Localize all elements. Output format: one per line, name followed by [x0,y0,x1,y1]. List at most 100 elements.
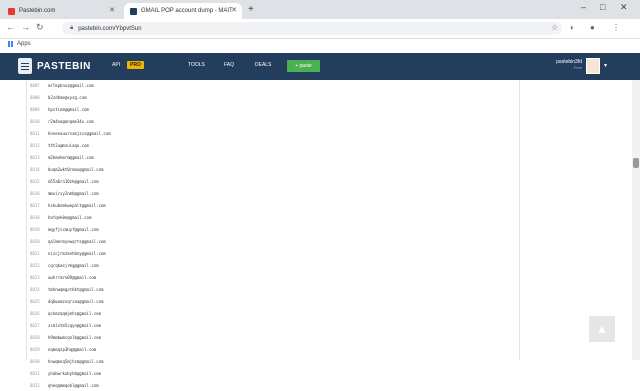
line-number: 8020 [30,239,40,244]
extension-icon[interactable]: ◐ [570,23,575,32]
tab-label: GMAIL POP account dump - MAIT [141,8,233,14]
menu-icon[interactable]: ⋮ [612,23,620,32]
back-to-top-button[interactable]: ▲ [589,316,615,342]
line-number: 8024 [30,287,40,292]
code-line: 8021 nizcjrmzkehbny@gmail.com [27,248,519,259]
code-line: 8020 qalkmrmyowqrts@gmail.com [27,236,519,247]
line-number: 8009 [30,107,40,112]
code-line: 8023 uwhrrmrn09@gmail.com [27,272,519,283]
line-text: qheqqmmqebl@gmail.com [48,383,99,388]
logo-text: PASTEBIN [37,60,91,72]
code-line: 8019 mqyfjscmuyf@gmail.com [27,224,519,235]
line-text: cqrqkaejrmg@gmail.com [48,263,99,268]
user-account-type: Free [573,65,582,70]
reload-icon[interactable]: ↻ [36,22,44,33]
code-line: 8015 m55a6rn10zk@gmail.com [27,176,519,187]
line-text: mmuirxy2nmb@gmail.com [48,191,99,196]
code-line: 8013 m2kmehmrm@gmail.com [27,152,519,163]
pastebin-favicon-icon [8,7,15,15]
line-text: nqmeqzp3hq@gmail.com [48,347,97,352]
close-icon[interactable]: ✕ [231,6,237,14]
tab-bar: Pastebin.com ✕ GMAIL POP account dump - … [0,0,640,19]
line-number: 8011 [30,131,40,136]
code-line: 8026 qckmzqqmjmhz@gmail.com [27,308,519,319]
maximize-icon[interactable]: □ [600,2,605,12]
line-text: h9mmbwmcqnlb@gmail.com [48,335,101,340]
bookmark-apps[interactable]: Apps [8,41,31,47]
user-info[interactable]: pastebin3fd Free [548,59,582,70]
close-icon[interactable]: ✕ [109,6,115,14]
code-line: 8022 cqrqkaejrmg@gmail.com [27,260,519,271]
bookmark-star-icon[interactable]: ☆ [551,23,558,32]
line-text: hpstinm@gmail.com [48,107,89,112]
line-number: 8023 [30,275,40,280]
code-line: 8011 hnneeauurvxmjzss@gmail.com [27,128,519,139]
lock-icon: 🔒︎ [70,25,74,31]
line-text: t4t2u@mzuiaqo.com [48,143,89,148]
nav-deals[interactable]: DEALS [255,62,271,68]
code-line: 8018 hafqek0e@gmail.com [27,212,519,223]
code-line: 8007 mrlkpbnuz@gmail.com [27,80,519,91]
line-text: r2m4ea@anqme34x.com [48,119,94,124]
line-number: 8007 [30,83,40,88]
code-line: 8016 mmuirxy2nmb@gmail.com [27,188,519,199]
code-line: 8008 b2zdkme@xyzg.com [27,92,519,103]
profile-icon[interactable]: ● [590,23,595,32]
chevron-up-icon: ▲ [596,322,608,336]
code-line: 8014 buqm2wkt0rmax@gmail.com [27,164,519,175]
line-number: 8017 [30,203,40,208]
bookmarks-bar: Apps [0,39,640,52]
code-line: 8027 zsmlxtm5cqyn@gmail.com [27,320,519,331]
minimize-icon[interactable]: – [581,2,586,12]
line-number: 8014 [30,167,40,172]
tab-pastebin[interactable]: Pastebin.com ✕ [2,3,120,19]
url-field[interactable]: 🔒︎ pastebin.com/YbpvtSun [62,22,562,35]
bookmark-label: Apps [17,41,31,47]
scrollbar-thumb[interactable] [633,158,639,168]
line-number: 8016 [30,191,40,196]
apps-grid-icon [8,41,14,47]
code-line: 8009 hpstinm@gmail.com [27,104,519,115]
pro-badge[interactable]: PRO [127,61,144,69]
line-number: 8028 [30,335,40,340]
line-number: 8025 [30,299,40,304]
forward-icon[interactable]: → [21,22,30,32]
line-text: qckmzqqmjmhz@gmail.com [48,311,101,316]
pastebin-logo[interactable]: PASTEBIN [18,58,91,74]
line-number: 8022 [30,263,40,268]
chevron-down-icon[interactable]: ▾ [604,62,607,69]
tab-label: Pastebin.com [19,8,56,14]
tab-paste-dump[interactable]: GMAIL POP account dump - MAIT ✕ [124,3,242,19]
line-number: 8021 [30,251,40,256]
avatar[interactable] [586,58,600,74]
line-text: hnneeauurvxmjzss@gmail.com [48,131,111,136]
back-icon[interactable]: ← [6,22,15,32]
line-number: 8032 [30,383,40,388]
line-text: zsmlxtm5cqyn@gmail.com [48,323,101,328]
line-text: mqyfjscmuyf@gmail.com [48,227,99,232]
site-header: PASTEBIN API PRO TOOLS FAQ DEALS + paste… [0,53,640,80]
line-number: 8019 [30,227,40,232]
code-line: 8029 nqmeqzp3hq@gmail.com [27,344,519,355]
code-line: 8012 t4t2u@mzuiaqo.com [27,140,519,151]
line-text: hafqek0e@gmail.com [48,215,92,220]
code-line: 8030 hnwqmoq5mjhzm@gmail.com [27,356,519,367]
new-paste-button[interactable]: + paste [287,60,320,72]
line-text: m2kmehmrm@gmail.com [48,155,94,160]
window-close-icon[interactable]: ✕ [620,2,628,13]
line-number: 8012 [30,143,40,148]
line-number: 8013 [30,155,40,160]
line-text: b2zdkme@xyzg.com [48,95,87,100]
nav-faq[interactable]: FAQ [224,62,234,68]
line-text: nizcjrmzkehbny@gmail.com [48,251,106,256]
scrollbar[interactable] [632,80,640,360]
nav-tools[interactable]: TOOLS [188,62,205,68]
code-line: 8032 qheqqmmqebl@gmail.com [27,380,519,391]
new-tab-icon[interactable]: + [248,4,254,15]
line-text: hxkubnmkwepalt@gmail.com [48,203,106,208]
line-text: buqm2wkt0rmax@gmail.com [48,167,104,172]
nav-api[interactable]: API [112,62,120,68]
line-text: uwhrrmrn09@gmail.com [48,275,97,280]
line-text: m55a6rn10zk@gmail.com [48,179,99,184]
code-line: 8028 h9mmbwmcqnlb@gmail.com [27,332,519,343]
